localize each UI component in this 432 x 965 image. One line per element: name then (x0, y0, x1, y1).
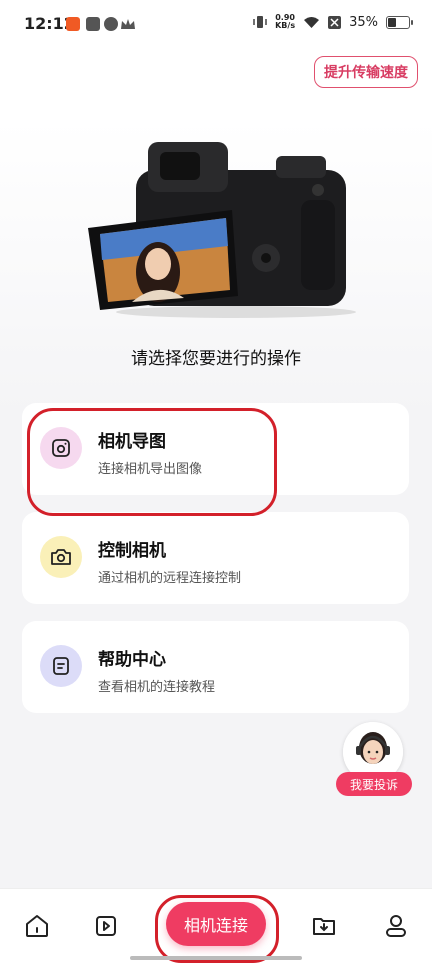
document-icon (53, 657, 69, 675)
download-folder-icon[interactable] (311, 913, 337, 939)
complaint-label: 我要投诉 (336, 772, 412, 796)
option-icon-bg (40, 536, 82, 578)
battery-percent: 35% (349, 14, 378, 30)
option-card-help-center[interactable]: 帮助中心 查看相机的连接教程 (22, 621, 409, 713)
complaint-float[interactable]: 我要投诉 (336, 722, 416, 798)
check-badge-icon (104, 17, 118, 31)
boost-transfer-speed-button[interactable]: 提升传输速度 (314, 56, 418, 88)
net-speed: 0.90 KB/s (275, 14, 295, 30)
sim-off-icon (328, 15, 342, 29)
camera-connect-button[interactable]: 相机连接 (166, 902, 266, 946)
prompt-text: 请选择您要进行的操作 (131, 349, 301, 369)
option-card-camera-import[interactable]: 相机导图 连接相机导出图像 (22, 403, 409, 495)
option-card-camera-control[interactable]: 控制相机 通过相机的远程连接控制 (22, 512, 409, 604)
net-speed-unit: KB/s (275, 21, 296, 30)
camera-illustration (88, 142, 356, 318)
status-right: 0.90 KB/s 35% (253, 14, 413, 30)
option-subtitle: 通过相机的远程连接控制 (98, 571, 242, 586)
wifi-icon (304, 16, 320, 28)
option-subtitle: 查看相机的连接教程 (98, 680, 216, 695)
battery-icon (386, 15, 413, 29)
option-title: 帮助中心 (98, 650, 166, 670)
vibrate-icon (253, 16, 267, 28)
profile-icon[interactable] (383, 913, 409, 939)
home-indicator (130, 956, 302, 960)
crown-icon (121, 19, 135, 29)
camera-icon (51, 549, 71, 565)
option-title: 控制相机 (98, 541, 166, 561)
notification-icon (86, 17, 100, 31)
status-bar: 12:12 0.90 KB/s 35% (0, 0, 432, 48)
option-icon-bg (40, 645, 82, 687)
video-icon[interactable] (94, 913, 120, 939)
notification-icon (66, 17, 80, 31)
option-icon-bg (40, 427, 82, 469)
camera-square-icon (52, 439, 70, 457)
option-subtitle: 连接相机导出图像 (98, 462, 203, 477)
option-title: 相机导图 (98, 432, 166, 452)
home-icon[interactable] (24, 913, 50, 939)
